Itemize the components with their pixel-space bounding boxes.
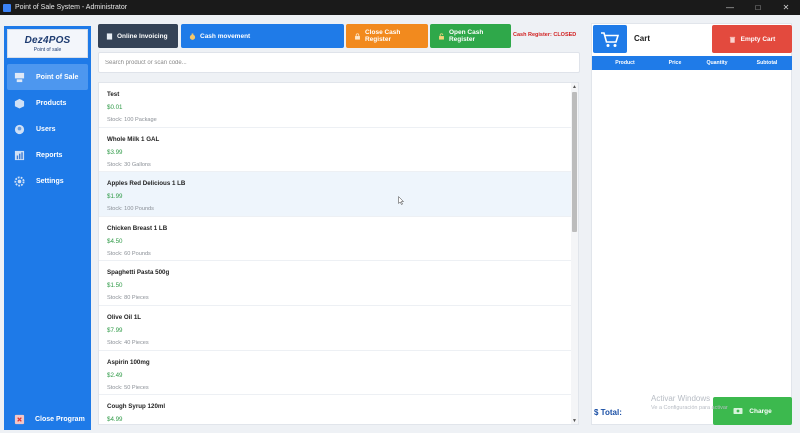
- sidebar-item-point-of-sale[interactable]: Point of Sale: [7, 64, 88, 90]
- watermark-line1: Activar Windows: [651, 394, 711, 403]
- product-name: Chicken Breast 1 LB: [107, 224, 168, 232]
- product-price: $0.01: [107, 104, 123, 111]
- product-stock: Stock: 60 Pounds: [107, 250, 151, 257]
- product-price: $3.99: [107, 148, 123, 156]
- product-name: Test: [107, 91, 120, 98]
- sidebar-item-settings[interactable]: Settings: [7, 168, 88, 194]
- users-icon: [13, 124, 25, 134]
- logo-subtitle: Point of sale: [33, 46, 62, 53]
- product-name: Whole Milk 1 GAL: [107, 135, 160, 143]
- close-cash-register-label: Close Cash Register: [364, 29, 401, 43]
- maximize-icon[interactable]: □: [744, 0, 772, 15]
- sidebar-nav: Point of Sale Products Users Reports Set…: [7, 64, 88, 194]
- scroll-up-icon[interactable]: ▲: [571, 83, 578, 90]
- app-icon: [3, 3, 11, 12]
- product-name: Spaghetti Pasta 500g: [107, 269, 170, 277]
- product-name: Apples Red Delicious 1 LB: [107, 180, 186, 188]
- unlock-icon: [439, 32, 444, 40]
- product-stock: Stock: 40 Pieces: [107, 339, 149, 346]
- lock-icon: [355, 32, 360, 40]
- product-item[interactable]: Olive Oil 1L $7.99 Stock: 40 Pieces: [99, 306, 572, 351]
- sidebar-item-label: Reports: [36, 151, 63, 159]
- sidebar-item-label: Products: [36, 99, 67, 107]
- product-item[interactable]: Aspirin 100mg $2.49 Stock: 50 Pieces: [99, 351, 572, 396]
- product-stock: Stock: 30 Gallons: [107, 161, 151, 168]
- sidebar-item-label: Users: [36, 125, 56, 133]
- total-label: $ Total:: [594, 408, 622, 417]
- cart-icon: [593, 25, 627, 53]
- product-stock: Stock: 50 Pieces: [107, 384, 149, 391]
- product-list-scrollbar[interactable]: ▲ ▼: [571, 83, 578, 424]
- product-stock: Stock: 80 Pieces: [107, 295, 149, 302]
- sidebar-item-label: Settings: [36, 177, 64, 185]
- minimize-icon[interactable]: —: [716, 0, 744, 15]
- close-window-icon[interactable]: ✕: [772, 0, 800, 15]
- column-header-product: Product: [615, 60, 635, 66]
- online-invoicing-button[interactable]: Online Invoicing: [98, 24, 178, 48]
- logo: Dez4POS Point of sale: [7, 29, 88, 58]
- box-icon: [13, 98, 25, 109]
- close-program-button[interactable]: Close Program: [13, 412, 85, 426]
- product-item[interactable]: Whole Milk 1 GAL $3.99 Stock: 30 Gallons: [99, 128, 572, 173]
- product-stock: Stock: 100 Package: [107, 117, 157, 123]
- column-header-quantity: Quantity: [706, 60, 728, 66]
- gear-icon: [13, 175, 25, 187]
- money-bag-icon: [189, 33, 196, 40]
- scroll-down-icon[interactable]: ▼: [571, 417, 578, 424]
- open-cash-register-button[interactable]: Open Cash Register: [430, 24, 511, 48]
- search-input[interactable]: [98, 52, 580, 73]
- product-stock: Stock: 100 Pounds: [107, 206, 154, 213]
- product-price: $1.99: [107, 193, 123, 201]
- sidebar: Dez4POS Point of sale Point of Sale Prod…: [4, 26, 91, 430]
- sidebar-item-products[interactable]: Products: [7, 90, 88, 116]
- close-program-label: Close Program: [35, 415, 85, 423]
- chart-icon: [13, 150, 25, 160]
- product-price: $4.50: [107, 237, 123, 245]
- mouse-cursor-icon: [398, 196, 404, 205]
- open-cash-register-label: Open Cash Register: [448, 29, 484, 43]
- document-icon: [106, 32, 113, 40]
- empty-cart-label: Empty Cart: [740, 35, 776, 43]
- product-price: $2.49: [107, 371, 123, 379]
- sidebar-item-reports[interactable]: Reports: [7, 142, 88, 168]
- product-item[interactable]: Chicken Breast 1 LB $4.50 Stock: 60 Poun…: [99, 217, 572, 262]
- exit-icon: [13, 414, 25, 424]
- product-price: $4.99: [107, 416, 123, 424]
- product-price: $7.99: [107, 326, 123, 334]
- close-cash-register-button[interactable]: Close Cash Register: [346, 24, 428, 48]
- product-list: Test $0.01 Stock: 100 Package Whole Milk…: [98, 82, 579, 425]
- cash-movement-label: Cash movement: [200, 32, 251, 40]
- cash-register-status: Cash Register: CLOSED: [513, 32, 577, 38]
- pos-icon: [13, 72, 25, 82]
- window-controls: — □ ✕: [716, 0, 800, 15]
- app-window: Dez4POS Point of sale Point of Sale Prod…: [0, 15, 800, 433]
- cart-panel: Cart Empty Cart Product Price Quantity S…: [591, 23, 792, 425]
- column-header-subtotal: Subtotal: [756, 60, 778, 66]
- product-name: Olive Oil 1L: [107, 313, 142, 321]
- product-item[interactable]: Cough Syrup 120ml $4.99: [99, 395, 572, 424]
- product-name: Aspirin 100mg: [107, 358, 150, 366]
- logo-title: Dez4POS: [24, 34, 71, 46]
- windows-activation-watermark: Activar Windows Ve a Configuración para …: [651, 394, 728, 411]
- column-header-price: Price: [668, 60, 682, 66]
- scrollbar-thumb[interactable]: [572, 92, 577, 232]
- sidebar-item-users[interactable]: Users: [7, 116, 88, 142]
- product-item[interactable]: Spaghetti Pasta 500g $1.50 Stock: 80 Pie…: [99, 261, 572, 306]
- product-name: Cough Syrup 120ml: [107, 403, 166, 411]
- product-item[interactable]: Apples Red Delicious 1 LB $1.99 Stock: 1…: [99, 172, 572, 217]
- online-invoicing-label: Online Invoicing: [117, 32, 168, 40]
- product-item[interactable]: Test $0.01 Stock: 100 Package: [99, 83, 572, 128]
- title-bar: Point of Sale System - Administrator — □…: [0, 0, 800, 15]
- watermark-line2: Ve a Configuración para activar: [651, 405, 728, 411]
- sidebar-item-label: Point of Sale: [36, 73, 79, 81]
- cash-icon: [733, 408, 743, 414]
- cart-title: Cart: [634, 34, 651, 43]
- cart-table-header: Product Price Quantity Subtotal: [592, 56, 792, 70]
- charge-label: Charge: [749, 407, 772, 415]
- product-price: $1.50: [107, 282, 123, 290]
- empty-cart-button[interactable]: Empty Cart: [712, 25, 792, 53]
- trash-icon: [729, 36, 735, 43]
- window-title: Point of Sale System - Administrator: [15, 4, 128, 11]
- cash-movement-button[interactable]: Cash movement: [181, 24, 344, 48]
